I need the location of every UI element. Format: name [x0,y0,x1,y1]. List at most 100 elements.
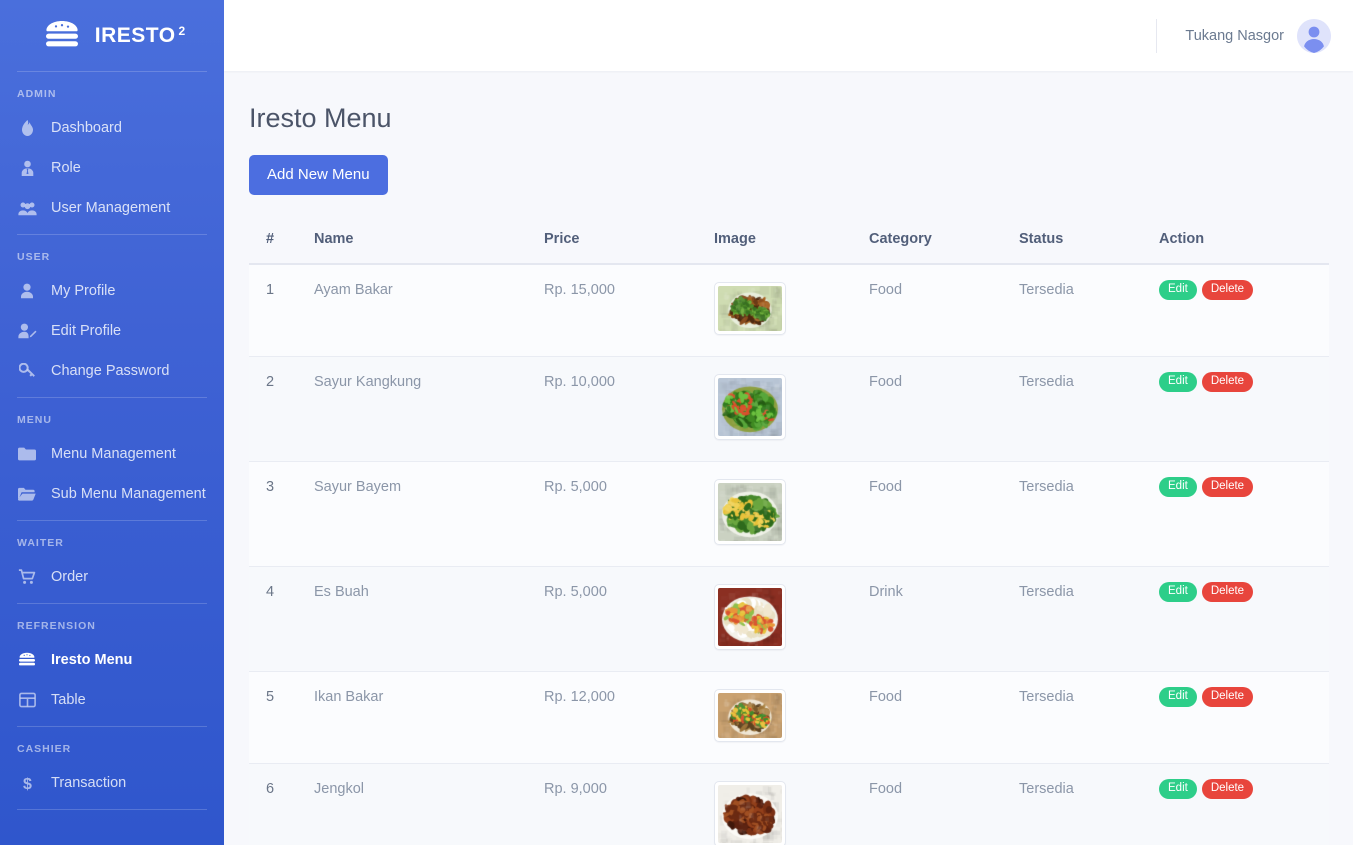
sidebar-group-user: USERMy ProfileEdit ProfileChange Passwor… [0,235,224,397]
table-row: 5Ikan BakarRp. 12,000FoodTersediaEditDel… [249,672,1329,764]
sidebar-item-iresto-menu[interactable]: Iresto Menu [0,640,224,680]
sidebar-group-menu: MENUMenu Management Sub Menu Management [0,398,224,520]
flame-icon [17,119,37,137]
table-header-status: Status [1019,217,1159,264]
sidebar-item-label: Order [51,566,88,588]
sidebar-item-order[interactable]: Order [0,557,224,597]
user-edit-icon [17,322,37,340]
ayam-bakar-thumbnail [714,282,786,335]
add-new-menu-button[interactable]: Add New Menu [249,155,388,195]
sidebar-item-label: Table [51,689,86,711]
sidebar-group-label: ADMIN [0,72,224,108]
cell-actions: EditDelete [1159,672,1329,764]
hamburger-icon [17,651,37,669]
cell-image [714,567,869,672]
sidebar-group-label: USER [0,235,224,271]
cell-index: 6 [249,764,314,845]
delete-button[interactable]: Delete [1202,372,1253,392]
delete-button[interactable]: Delete [1202,687,1253,707]
thumbnail-canvas [718,286,782,331]
cell-index: 3 [249,462,314,567]
sidebar-item-label: Sub Menu Management [51,483,206,505]
cell-status: Tersedia [1019,264,1159,357]
key-icon [17,362,37,380]
dollar-icon: $ [17,774,37,792]
cell-image [714,764,869,845]
folder-icon [17,445,37,463]
edit-button[interactable]: Edit [1159,582,1197,602]
sidebar-group-label: MENU [0,398,224,434]
sidebar-item-label: Transaction [51,772,126,794]
cell-name: Sayur Kangkung [314,357,544,462]
sidebar-item-label: Dashboard [51,117,122,139]
cell-price: Rp. 12,000 [544,672,714,764]
cell-category: Food [869,357,1019,462]
cell-name: Sayur Bayem [314,462,544,567]
brand-superscript: 2 [179,24,186,38]
page-title: Iresto Menu [249,101,1328,135]
folder-open-icon [17,485,37,503]
table-row: 2Sayur KangkungRp. 10,000FoodTersediaEdi… [249,357,1329,462]
sayur-bayem-thumbnail [714,479,786,545]
sidebar-item-dashboard[interactable]: Dashboard [0,108,224,148]
brand-name: IRESTO2 [95,24,185,48]
sidebar-item-my-profile[interactable]: My Profile [0,271,224,311]
sidebar-item-menu-management[interactable]: Menu Management [0,434,224,474]
topbar: Tukang Nasgor [224,0,1353,71]
table-header-action: Action [1159,217,1329,264]
cell-actions: EditDelete [1159,357,1329,462]
table-header-row: #NamePriceImageCategoryStatusAction [249,217,1329,264]
sidebar-item-user-management[interactable]: User Management [0,188,224,228]
cell-index: 5 [249,672,314,764]
table-header-category: Category [869,217,1019,264]
cell-image [714,462,869,567]
cell-actions: EditDelete [1159,264,1329,357]
brand-logo-area[interactable]: IRESTO2 [0,0,224,71]
cell-status: Tersedia [1019,567,1159,672]
user-menu[interactable]: Tukang Nasgor [1156,19,1331,53]
edit-button[interactable]: Edit [1159,372,1197,392]
thumbnail-canvas [718,693,782,738]
thumbnail-canvas [718,483,782,541]
sidebar-item-transaction[interactable]: $ Transaction [0,763,224,803]
table-header-name: Name [314,217,544,264]
sidebar-nav: ADMIN Dashboard RoleUser Management USERMy … [0,72,224,810]
sidebar-item-sub-menu-management[interactable]: Sub Menu Management [0,474,224,514]
cell-name: Jengkol [314,764,544,845]
es-buah-thumbnail [714,584,786,650]
cell-category: Drink [869,567,1019,672]
cell-category: Food [869,672,1019,764]
cell-price: Rp. 10,000 [544,357,714,462]
table-body: 1Ayam BakarRp. 15,000FoodTersediaEditDel… [249,264,1329,845]
edit-button[interactable]: Edit [1159,477,1197,497]
edit-button[interactable]: Edit [1159,779,1197,799]
sayur-kangkung-thumbnail [714,374,786,440]
sidebar-group-label: WAITER [0,521,224,557]
cell-actions: EditDelete [1159,462,1329,567]
delete-button[interactable]: Delete [1202,280,1253,300]
sidebar-item-label: Iresto Menu [51,649,132,671]
cell-name: Ayam Bakar [314,264,544,357]
table-header-price: Price [544,217,714,264]
sidebar-item-change-password[interactable]: Change Password [0,351,224,391]
sidebar-item-edit-profile[interactable]: Edit Profile [0,311,224,351]
edit-button[interactable]: Edit [1159,687,1197,707]
cell-index: 2 [249,357,314,462]
cell-name: Es Buah [314,567,544,672]
sidebar: IRESTO2 ADMIN Dashboard RoleUser Managemen… [0,0,224,845]
sidebar-item-table[interactable]: Table [0,680,224,720]
delete-button[interactable]: Delete [1202,779,1253,799]
sidebar-group-refrension: REFRENSIONIresto MenuTable [0,604,224,726]
cell-image [714,357,869,462]
ikan-bakar-thumbnail [714,689,786,742]
table-row: 4Es BuahRp. 5,000DrinkTersediaEditDelete [249,567,1329,672]
cell-name: Ikan Bakar [314,672,544,764]
sidebar-item-role[interactable]: Role [0,148,224,188]
cell-actions: EditDelete [1159,567,1329,672]
cell-price: Rp. 9,000 [544,764,714,845]
user-avatar-icon[interactable] [1297,19,1331,53]
delete-button[interactable]: Delete [1202,582,1253,602]
edit-button[interactable]: Edit [1159,280,1197,300]
delete-button[interactable]: Delete [1202,477,1253,497]
cell-category: Food [869,764,1019,845]
